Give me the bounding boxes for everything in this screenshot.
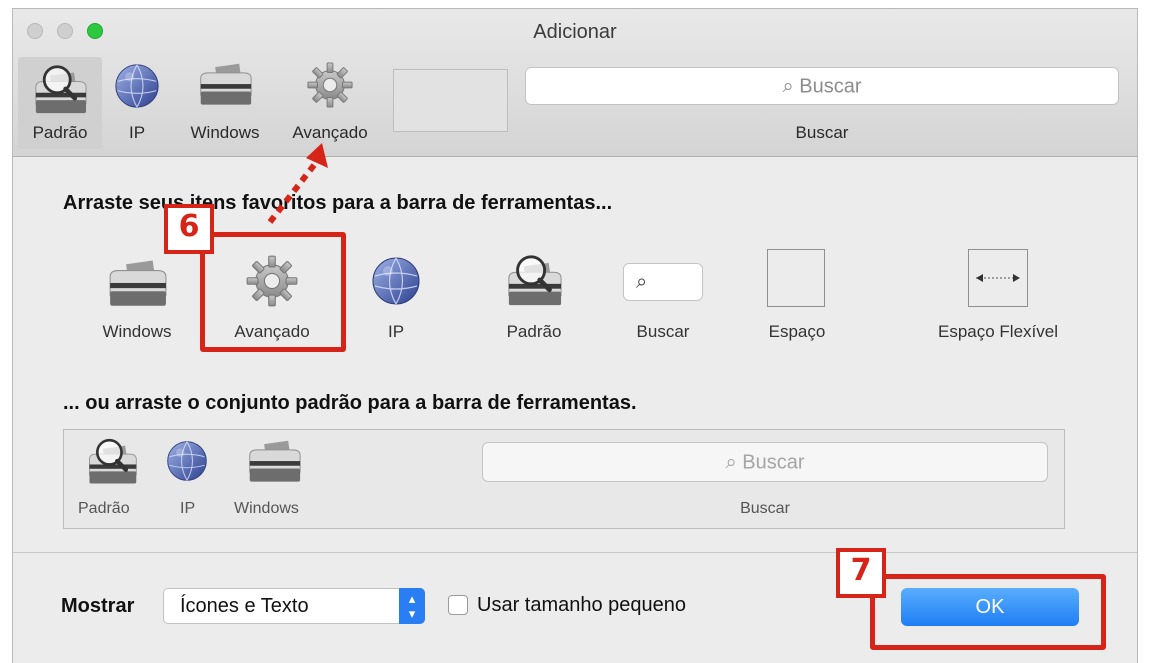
- annotation-highlight-avancado: [200, 232, 346, 352]
- annotation-step-7: 7: [836, 548, 886, 598]
- annotation-highlight-ok: [870, 574, 1106, 650]
- annotation-step-6: 6: [164, 204, 214, 254]
- annotation-arrow: [267, 143, 328, 224]
